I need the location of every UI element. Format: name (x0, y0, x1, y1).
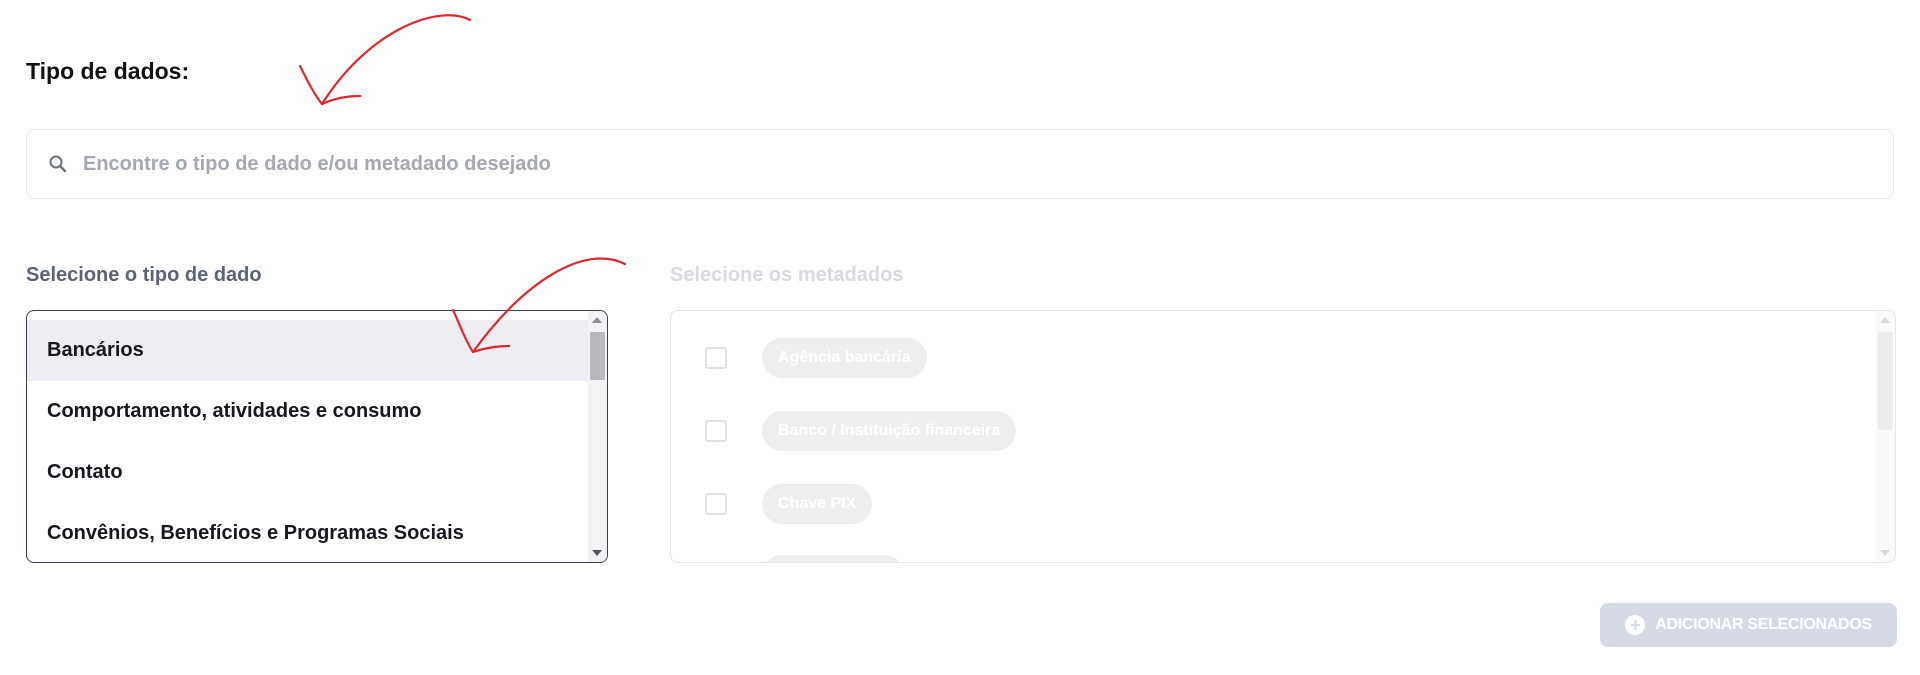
scroll-down-arrow-icon[interactable] (592, 550, 602, 556)
scroll-down-arrow-icon[interactable] (1880, 550, 1890, 556)
scroll-thumb[interactable] (590, 332, 605, 380)
data-type-selector-page: Tipo de dados: Selecione o tipo de dado … (0, 0, 1920, 675)
search-field[interactable] (26, 129, 1894, 199)
type-list-scrollbar[interactable] (588, 311, 607, 562)
plus-circle-icon: + (1625, 615, 1646, 635)
type-list-item-comportamento[interactable]: Comportamento, atividades e consumo (27, 381, 588, 442)
type-list-item-label: Contato (47, 461, 123, 483)
type-list-item-bancarios[interactable]: Bancários (27, 320, 588, 381)
type-column-label: Selecione o tipo de dado (26, 264, 262, 286)
type-list-item-convenios[interactable]: Convênios, Benefícios e Programas Sociai… (27, 503, 588, 562)
add-selected-label: ADICIONAR SELECIONADOS (1655, 616, 1872, 633)
metadata-column-label: Selecione os metadados (670, 264, 904, 286)
add-selected-button[interactable]: + ADICIONAR SELECIONADOS (1600, 603, 1897, 647)
metadata-chip: Agência bancária (762, 338, 927, 378)
annotation-arrow-icon (298, 14, 472, 106)
type-list-item-label: Comportamento, atividades e consumo (47, 400, 422, 422)
metadata-chip (762, 555, 904, 562)
metadata-checkbox[interactable] (705, 347, 727, 369)
search-icon (47, 153, 69, 175)
section-title: Tipo de dados: (26, 58, 190, 84)
scroll-thumb[interactable] (1878, 332, 1893, 430)
metadata-checkbox[interactable] (705, 493, 727, 515)
scroll-up-arrow-icon[interactable] (1880, 317, 1890, 323)
type-list-item-contato[interactable]: Contato (27, 442, 588, 503)
metadata-checkbox[interactable] (705, 420, 727, 442)
search-input[interactable] (83, 152, 1843, 176)
metadata-chip: Chave PIX (762, 484, 873, 524)
metadata-list: Agência bancária Banco / Instituição fin… (670, 310, 1896, 563)
type-list-item-label: Bancários (47, 339, 144, 361)
scroll-up-arrow-icon[interactable] (592, 317, 602, 323)
type-list[interactable]: Bancários Comportamento, atividades e co… (26, 310, 608, 563)
metadata-chip: Banco / Instituição financeira (762, 411, 1017, 451)
type-list-item-label: Convênios, Benefícios e Programas Sociai… (47, 522, 464, 544)
metadata-list-scrollbar[interactable] (1876, 311, 1895, 562)
